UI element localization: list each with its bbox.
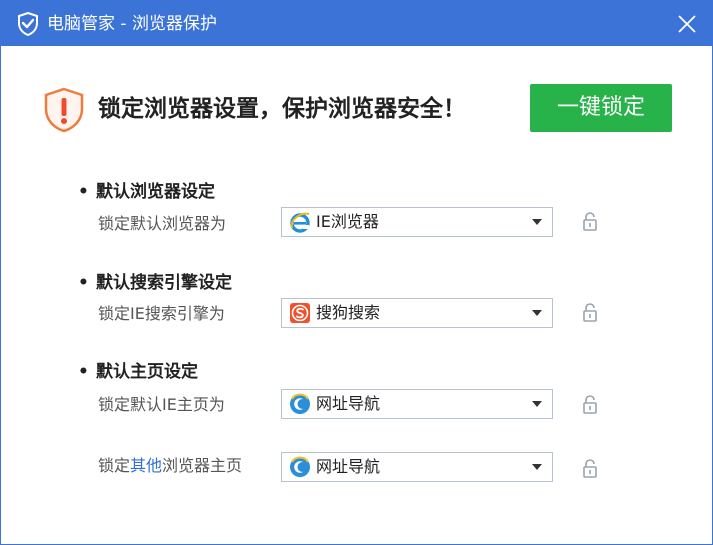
chevron-down-icon[interactable] (532, 401, 542, 407)
shield-icon (18, 12, 38, 36)
label-prefix: 锁定 (98, 456, 131, 475)
bullet: • (78, 273, 89, 293)
section-title-label: 默认主页设定 (96, 362, 198, 382)
ie-browser-icon (290, 212, 310, 233)
nav-site-icon (290, 456, 310, 477)
row-label-search-engine: 锁定IE搜索引擎为 (98, 304, 225, 323)
chevron-down-icon[interactable] (532, 464, 542, 470)
title-bar: 电脑管家 - 浏览器保护 (1, 1, 712, 46)
section-title-homepage: • 默认主页设定 (78, 361, 198, 383)
unlocked-padlock-icon[interactable] (582, 212, 598, 232)
bullet: • (78, 362, 89, 382)
search-engine-select[interactable]: 搜狗搜索 (281, 298, 553, 328)
other-homepage-value: 网址导航 (316, 457, 381, 476)
unlocked-padlock-icon[interactable] (582, 459, 598, 479)
unlocked-padlock-icon[interactable] (582, 395, 598, 415)
section-title-search-engine: • 默认搜索引擎设定 (78, 272, 232, 294)
section-title-default-browser: • 默认浏览器设定 (78, 181, 215, 203)
label-highlight: 其他 (130, 456, 163, 475)
other-homepage-select[interactable]: 网址导航 (281, 452, 553, 482)
ie-homepage-select[interactable]: 网址导航 (281, 389, 553, 419)
unlocked-padlock-icon[interactable] (582, 303, 598, 323)
nav-site-icon (290, 393, 310, 414)
row-label-default-browser: 锁定默认浏览器为 (98, 214, 227, 233)
section-title-label: 默认浏览器设定 (96, 182, 215, 202)
row-label-ie-homepage: 锁定默认IE主页为 (98, 395, 225, 414)
row-label-other-homepage: 锁定其他浏览器主页 (98, 455, 242, 477)
close-icon[interactable] (672, 9, 702, 39)
warning-shield-icon (44, 87, 84, 133)
chevron-down-icon[interactable] (532, 219, 542, 225)
default-browser-select[interactable]: IE浏览器 (281, 207, 553, 237)
lock-all-button[interactable]: 一键锁定 (530, 84, 672, 132)
default-browser-value: IE浏览器 (316, 212, 379, 231)
ie-homepage-value: 网址导航 (316, 394, 381, 413)
content-area: 锁定浏览器设置，保护浏览器安全！ 一键锁定 • 默认浏览器设定 锁定默认浏览器为 … (2, 47, 711, 543)
page-title: 锁定浏览器设置，保护浏览器安全！ (98, 96, 466, 122)
bullet: • (78, 182, 89, 202)
chevron-down-icon[interactable] (532, 310, 542, 316)
browser-protection-window: 电脑管家 - 浏览器保护 锁定浏览器设置，保护浏览器安全！ 一键锁定 • 默认浏览… (0, 0, 713, 545)
search-engine-value: 搜狗搜索 (316, 303, 381, 322)
label-suffix: 浏览器主页 (162, 456, 243, 475)
section-title-label: 默认搜索引擎设定 (96, 273, 232, 293)
sogou-icon (290, 303, 310, 323)
window-title: 电脑管家 - 浏览器保护 (47, 14, 217, 34)
